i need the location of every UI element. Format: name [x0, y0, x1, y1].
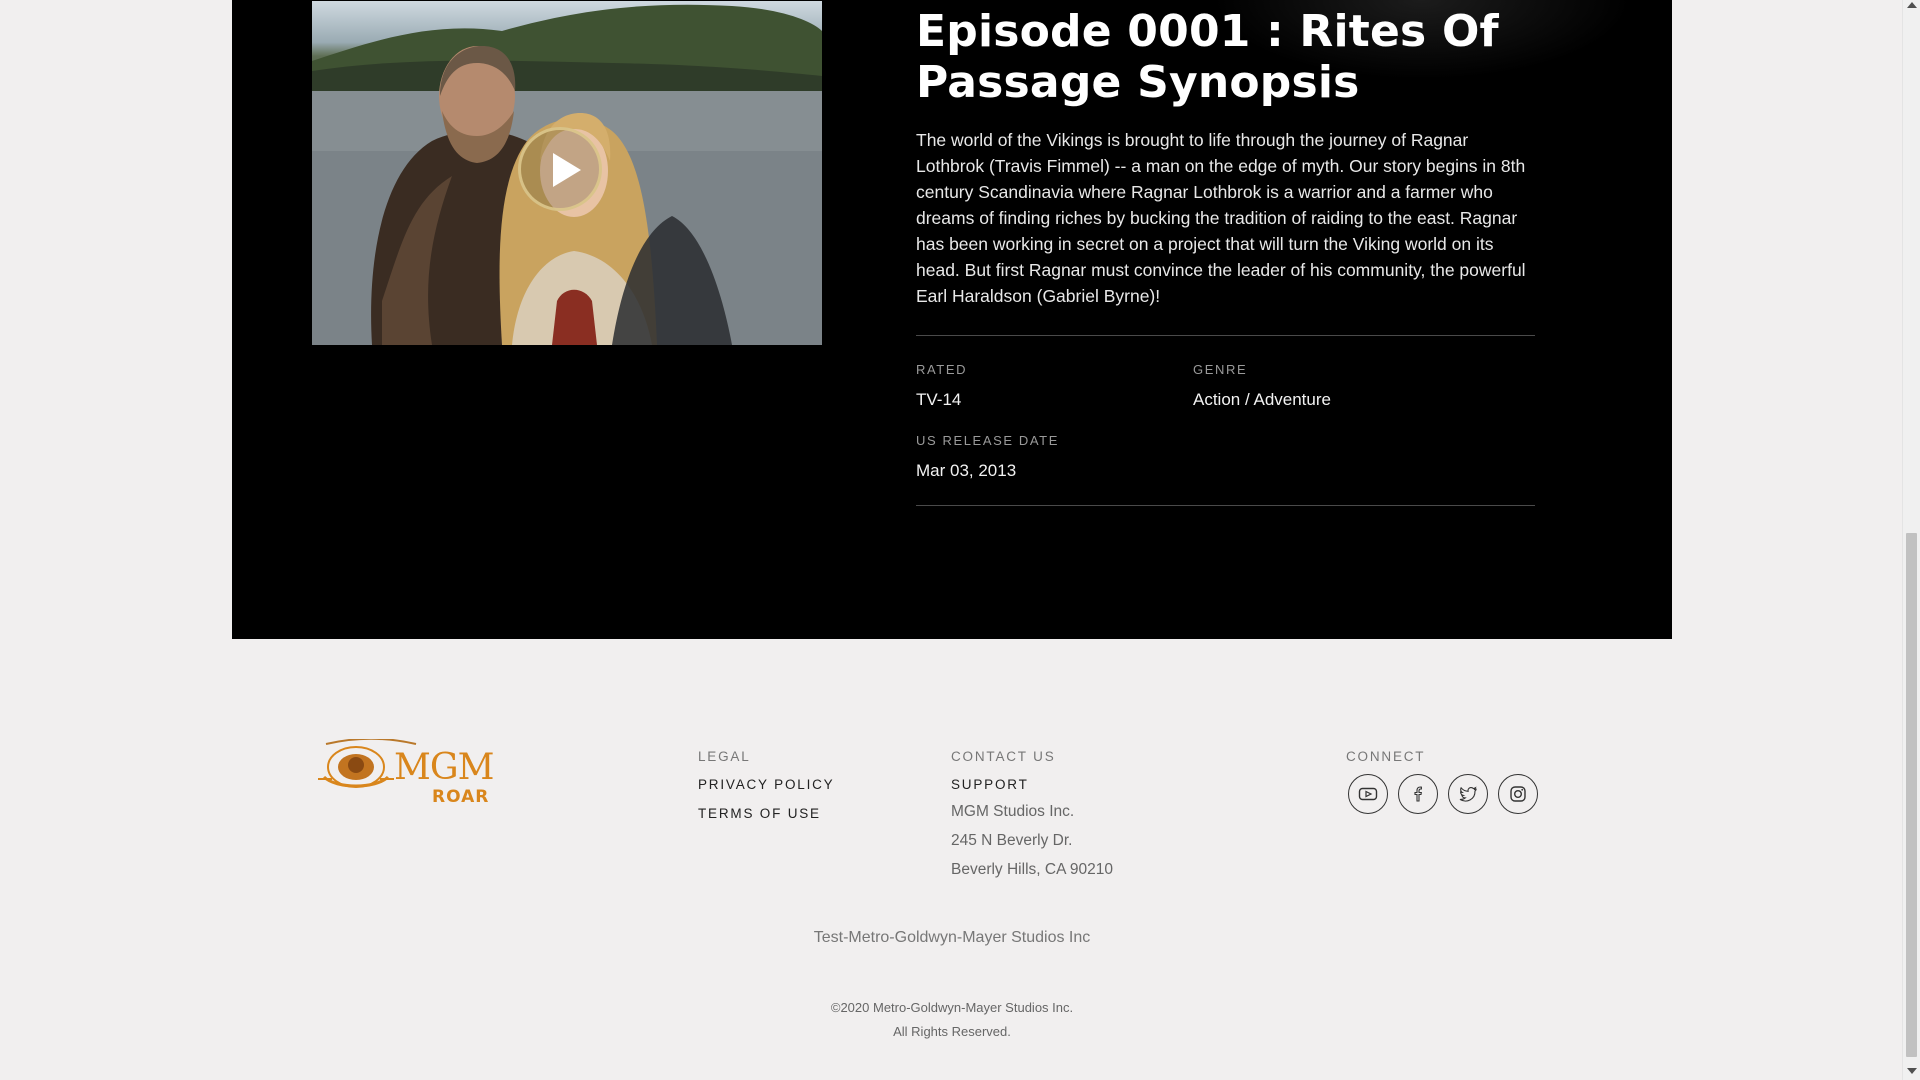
scroll-down-arrow-icon[interactable] [1907, 1068, 1917, 1074]
twitter-link[interactable] [1448, 774, 1488, 814]
genre-label: GENRE [1193, 362, 1248, 377]
address-line-2: 245 N Beverly Dr. [951, 832, 1073, 849]
copyright-line-1: ©2020 Metro-Goldwyn-Mayer Studios Inc. [830, 1000, 1074, 1015]
scroll-up-arrow-icon[interactable] [1907, 2, 1917, 8]
logo-subtext: ROAR [432, 787, 490, 807]
scrollbar-thumb[interactable] [1906, 533, 1917, 1057]
address-line-1: MGM Studios Inc. [951, 803, 1075, 820]
rated-value: TV-14 [916, 390, 962, 409]
facebook-icon [1414, 786, 1422, 802]
rated-label: RATED [916, 362, 968, 377]
instagram-link[interactable] [1498, 774, 1538, 814]
episode-title: Episode 0001 : Rites Of Passage Synopsis [916, 6, 1499, 108]
divider-bottom [916, 505, 1535, 506]
logo-text: MGM [394, 747, 494, 788]
contact-us-heading: CONTACT US [951, 749, 1056, 764]
facebook-link[interactable] [1398, 774, 1438, 814]
mgm-logo[interactable]: MGM ROAR [316, 737, 501, 809]
copyright-line-2: All Rights Reserved. [893, 1024, 1011, 1039]
youtube-icon [1358, 787, 1378, 801]
release-date-label: US RELEASE DATE [916, 433, 1059, 448]
youtube-link[interactable] [1348, 774, 1388, 814]
episode-synopsis: The world of the Vikings is brought to l… [916, 130, 1526, 306]
play-button[interactable] [518, 127, 602, 211]
terms-of-use-link[interactable]: TERMS OF USE [698, 806, 821, 821]
release-date-value: Mar 03, 2013 [916, 461, 1017, 480]
vertical-scrollbar[interactable] [1902, 0, 1920, 1080]
connect-heading: CONNECT [1346, 749, 1426, 764]
copyright: ©2020 Metro-Goldwyn-Mayer Studios Inc. A… [232, 996, 1672, 1044]
play-icon [553, 153, 581, 187]
legal-heading: LEGAL [698, 749, 751, 764]
video-thumbnail[interactable] [312, 1, 822, 345]
divider-top [916, 335, 1535, 336]
genre-value: Action / Adventure [1193, 390, 1331, 409]
site-footer: MGM ROAR LEGAL PRIVACY POLICY TERMS OF U… [232, 639, 1672, 1080]
twitter-icon [1459, 786, 1477, 802]
company-name: Test-Metro-Goldwyn-Mayer Studios Inc [813, 929, 1091, 946]
instagram-icon [1510, 786, 1526, 802]
page: Episode 0001 : Rites Of Passage Synopsis… [232, 0, 1672, 1080]
privacy-policy-link[interactable]: PRIVACY POLICY [698, 777, 835, 792]
episode-hero: Episode 0001 : Rites Of Passage Synopsis… [232, 0, 1672, 639]
address-line-3: Beverly Hills, CA 90210 [951, 861, 1113, 878]
support-link[interactable]: SUPPORT [951, 777, 1029, 792]
